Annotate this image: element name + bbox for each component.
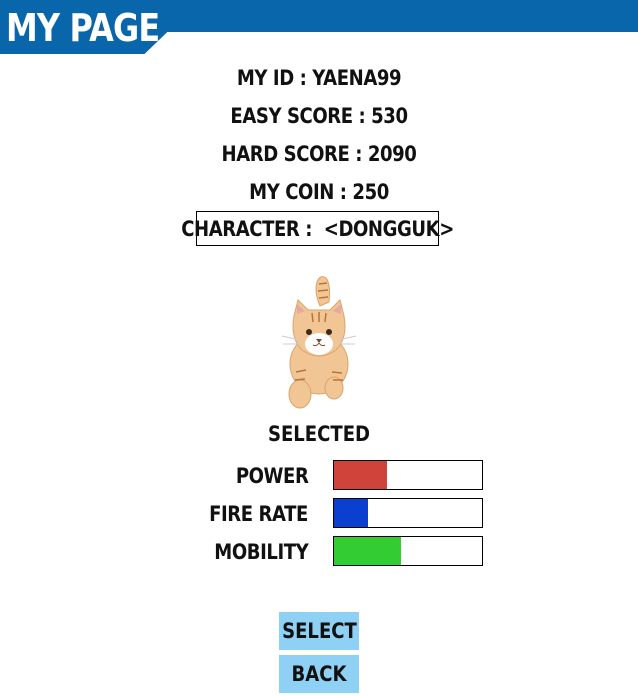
stat-bar-fire-rate [333,498,483,528]
back-button[interactable]: BACK [279,655,359,693]
easy-score-text: EASY SCORE : 530 [230,104,408,128]
stat-bar-power [333,460,483,490]
stat-label-mobility: MOBILITY [214,540,308,564]
stat-label-fire-rate: FIRE RATE [209,502,308,526]
stat-fill-fire-rate [334,499,369,527]
my-coin-text: MY COIN : 250 [249,180,389,204]
hard-score-text: HARD SCORE : 2090 [221,142,417,166]
stat-bar-mobility [333,536,483,566]
select-button-label: SELECT [281,619,357,643]
character-name-box[interactable]: CHARACTER : <DONGGUK> [181,211,454,246]
my-id-text: MY ID : YAENA99 [236,66,402,90]
stat-label-power: POWER [235,464,308,488]
stat-fill-mobility [334,537,401,565]
selected-status-label: SELECTED [267,422,371,446]
cat-character-image[interactable] [276,272,362,412]
stat-fill-power [334,461,388,489]
page-title: MY PAGE [6,6,160,50]
character-name-text: CHARACTER : <DONGGUK> [181,216,454,241]
back-button-label: BACK [291,662,347,686]
select-button[interactable]: SELECT [279,612,359,650]
